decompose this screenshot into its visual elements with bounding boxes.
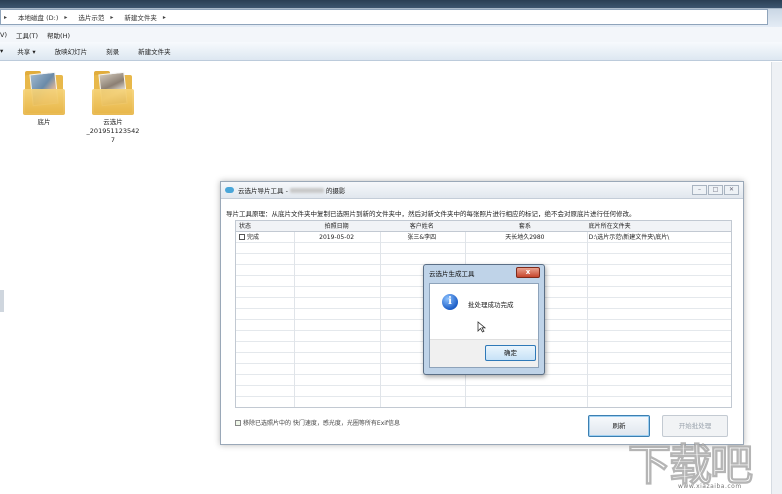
customer-cell: 张三&李四 [407, 234, 437, 241]
cloud-icon [225, 187, 234, 193]
breadcrumb-root[interactable]: ▸ [4, 14, 12, 21]
breadcrumb-label: 新建文件夹 [124, 14, 157, 22]
breadcrumb[interactable]: ▸ 本地磁盘 (D:) ▸ 选片示范 ▸ 新建文件夹 ▸ [0, 9, 768, 25]
close-button[interactable]: ✕ [724, 185, 739, 195]
ok-button[interactable]: 确定 [485, 345, 536, 361]
folder-label: 底片 [37, 118, 51, 126]
mouse-cursor-icon [477, 321, 486, 333]
redacted-studio-name [289, 187, 324, 193]
breadcrumb-sep[interactable]: ▸ [110, 14, 118, 21]
maximize-button[interactable]: □ [708, 185, 723, 195]
column-header[interactable]: 客户姓名 [379, 221, 464, 231]
table-row[interactable]: 完成 2019-05-02 张三&李四 天长地久2980 D:\选片示范\新建文… [236, 232, 731, 243]
slideshow-button[interactable]: 放映幻灯片 [55, 46, 88, 56]
menu-item-help[interactable]: 帮助(H) [47, 30, 70, 40]
menu-item-tools[interactable]: 工具(T) [16, 30, 38, 40]
new-folder-button[interactable]: 新建文件夹 [138, 46, 171, 56]
column-header[interactable]: 底片所在文件夹 [586, 221, 731, 231]
breadcrumb-sep[interactable]: ▸ [163, 14, 171, 21]
watermark-url: www.xiazaiba.com [678, 483, 742, 490]
window-title-suffix: 的摄影 [325, 187, 346, 195]
remove-exif-label: 移除已选照片中的 快门速度，感光度，光圈等所有Exif信息 [243, 420, 401, 427]
breadcrumb-label: 本地磁盘 (D:) [18, 14, 59, 22]
folder-label: 云选片 _201951123542 7 [86, 118, 140, 144]
dialog-body: i 批处理成功完成 确定 [429, 283, 539, 368]
share-button[interactable]: 共享 ▾ [17, 46, 35, 56]
dialog-title: 云选片生成工具 [429, 270, 475, 278]
window-title: 云选片导片工具 - [238, 187, 288, 195]
date-cell: 2019-05-02 [319, 234, 355, 241]
status-cell: 完成 [247, 234, 260, 241]
burn-button[interactable]: 刻录 [106, 46, 119, 56]
address-bar: ▸ 本地磁盘 (D:) ▸ 选片示范 ▸ 新建文件夹 ▸ [0, 0, 782, 27]
photo-folder-icon [92, 67, 134, 115]
column-header[interactable]: 状态 [236, 221, 294, 231]
scrollbar[interactable] [771, 62, 782, 494]
folder-item[interactable]: 底片 [20, 67, 68, 127]
remove-exif-checkbox[interactable] [235, 419, 241, 426]
remove-exif-option[interactable]: 移除已选照片中的 快门速度，感光度，光圈等所有Exif信息 [235, 418, 400, 427]
menu-bar: V) 工具(T) 帮助(H) [0, 27, 782, 42]
package-cell: 天长地久2980 [505, 234, 545, 241]
column-header[interactable]: 套系 [464, 221, 586, 231]
folder-path-cell: D:\选片示范\新建文件夹\底片\ [588, 234, 670, 241]
watermark-logo: 下载吧 www.xiazaiba.com [628, 431, 780, 492]
tool-description: 导片工具原理：从底片文件夹中复制已选照片到新的文件夹中，然后对新文件夹中的每张照… [226, 210, 636, 218]
menu-item-view[interactable]: V) [0, 31, 7, 39]
explorer-toolbar: ▾ 共享 ▾ 放映幻灯片 刻录 新建文件夹 [0, 42, 782, 61]
breadcrumb-item-drive[interactable]: 本地磁盘 (D:) [18, 12, 58, 22]
grid-header: 状态 拍照日期 客户姓名 套系 底片所在文件夹 [236, 221, 731, 232]
row-checkbox[interactable] [239, 234, 245, 240]
breadcrumb-sep[interactable]: ▸ [64, 14, 72, 21]
dialog-close-button[interactable]: x [516, 267, 540, 278]
completion-dialog: 云选片生成工具 x i 批处理成功完成 确定 [423, 264, 545, 375]
photo-folder-icon [23, 67, 65, 115]
window-title-bar[interactable]: 云选片导片工具 - 的摄影 – □ ✕ [221, 182, 743, 199]
dialog-footer: 确定 [430, 339, 538, 367]
folder-item[interactable]: 云选片 _201951123542 7 [80, 67, 146, 145]
navigation-pane-edge [0, 290, 4, 312]
minimize-button[interactable]: – [692, 185, 707, 195]
toolbar-dropdown-arrow[interactable]: ▾ [0, 47, 3, 55]
breadcrumb-label: 选片示范 [78, 14, 105, 22]
breadcrumb-item-demo[interactable]: 选片示范 [78, 12, 104, 22]
dialog-message: 批处理成功完成 [468, 301, 514, 309]
breadcrumb-item-new-folder[interactable]: 新建文件夹 [124, 12, 157, 22]
dialog-title-bar[interactable]: 云选片生成工具 x [424, 265, 544, 281]
column-header[interactable]: 拍照日期 [294, 221, 380, 231]
info-icon: i [442, 294, 458, 310]
